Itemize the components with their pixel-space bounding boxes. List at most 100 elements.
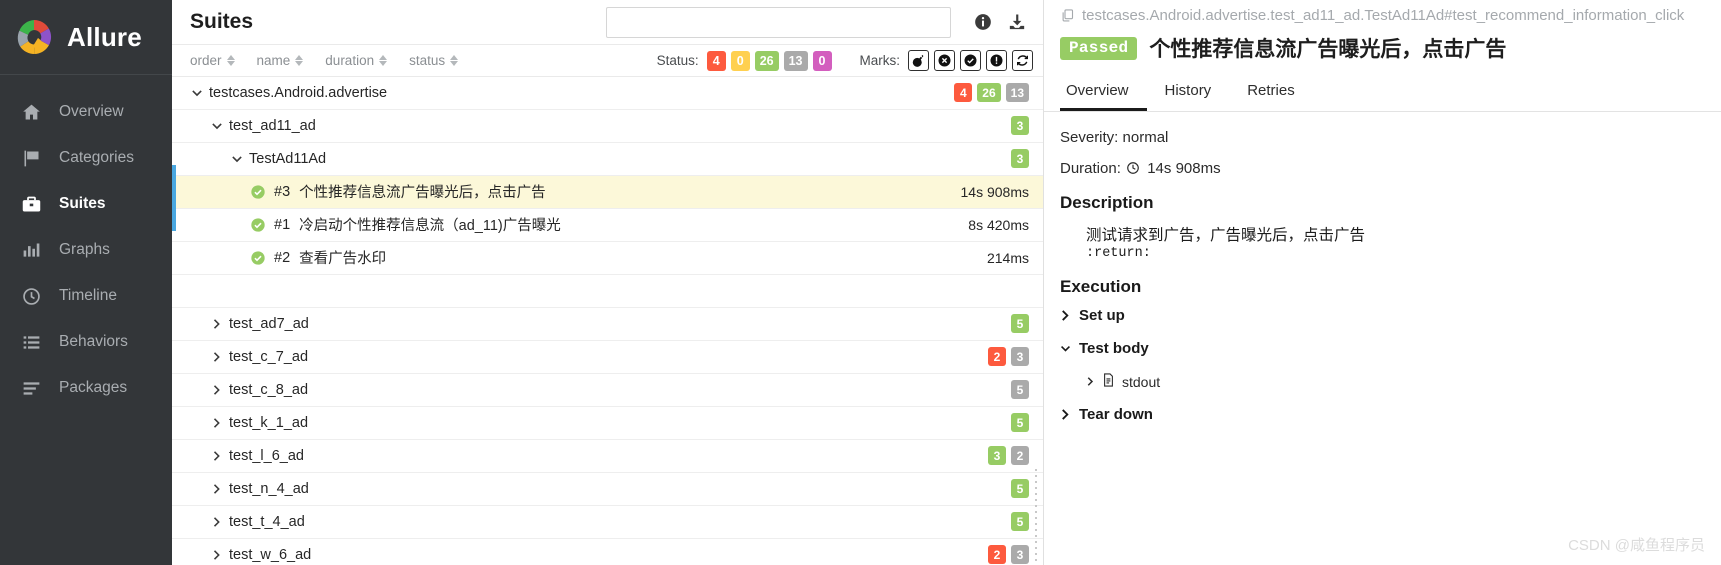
count-badge: 3 bbox=[1011, 545, 1029, 565]
x-circle-icon[interactable] bbox=[934, 50, 955, 72]
execution-test-body[interactable]: Test body bbox=[1060, 340, 1705, 357]
test-order-number: #3 bbox=[274, 183, 291, 200]
tree-row-label: TestAd11Ad bbox=[249, 150, 327, 167]
test-duration: 8s 420ms bbox=[968, 216, 1029, 233]
chevron-right-icon[interactable] bbox=[210, 351, 223, 363]
tree-row-label: test_c_7_ad bbox=[229, 348, 309, 365]
sidebar-item-suites[interactable]: Suites bbox=[0, 181, 172, 227]
info-icon[interactable] bbox=[973, 12, 993, 32]
sidebar-item-categories[interactable]: Categories bbox=[0, 135, 172, 181]
sidebar-item-label: Behaviors bbox=[59, 333, 128, 350]
test-body-stdout[interactable]: stdout bbox=[1086, 373, 1705, 390]
tree-group-row[interactable]: test_ad11_ad 3 bbox=[172, 109, 1043, 143]
count-badge: 5 bbox=[1011, 479, 1029, 499]
tree-row-meta: 32 bbox=[988, 446, 1029, 466]
count-badge: 13 bbox=[1005, 83, 1029, 103]
sidebar-item-behaviors[interactable]: Behaviors bbox=[0, 319, 172, 365]
tree-group-row[interactable]: testcases.Android.advertise 4 26 13 bbox=[172, 76, 1043, 110]
chevron-right-icon[interactable] bbox=[210, 483, 223, 495]
chevron-down-icon bbox=[1060, 343, 1071, 354]
scrollbar-grip[interactable] bbox=[1034, 467, 1041, 565]
chevron-right-icon[interactable] bbox=[210, 516, 223, 528]
sidebar-item-label: Suites bbox=[59, 195, 106, 212]
tree-row-label: test_l_6_ad bbox=[229, 447, 304, 464]
tree-test-row[interactable]: #2 查看广告水印 214ms bbox=[172, 241, 1043, 275]
tree-group-row[interactable]: test_c_7_ad 2 3 bbox=[172, 340, 1043, 374]
count-badge: 2 bbox=[988, 347, 1006, 367]
tab-overview[interactable]: Overview bbox=[1060, 76, 1147, 111]
status-badge-passed[interactable]: 26 bbox=[754, 50, 779, 71]
status-filter-label: Status: bbox=[656, 53, 699, 69]
execution-item-label: Set up bbox=[1079, 307, 1125, 324]
selection-marker bbox=[172, 164, 176, 231]
exclamation-circle-icon[interactable] bbox=[986, 50, 1007, 72]
search-input[interactable] bbox=[606, 6, 951, 38]
test-title-row: Passed 个性推荐信息流广告曝光后，点击广告 bbox=[1044, 31, 1721, 63]
chevron-down-icon[interactable] bbox=[210, 121, 223, 131]
tree-group-row[interactable]: test_w_6_ad 2 3 bbox=[172, 538, 1043, 565]
sidebar-item-timeline[interactable]: Timeline bbox=[0, 273, 172, 319]
tree-group-row[interactable]: test_ad7_ad 5 bbox=[172, 307, 1043, 341]
status-badge-unknown[interactable]: 0 bbox=[812, 50, 832, 71]
count-badge: 2 bbox=[988, 545, 1006, 565]
test-duration: 214ms bbox=[986, 249, 1029, 266]
tree-group-row[interactable]: test_c_8_ad 5 bbox=[172, 373, 1043, 407]
retry-icon[interactable] bbox=[1012, 50, 1033, 72]
tree-row-meta: 5 bbox=[1011, 479, 1029, 499]
tree-row-label: testcases.Android.advertise bbox=[209, 84, 388, 101]
tree-row-label: test_c_8_ad bbox=[229, 381, 309, 398]
count-badge: 2 bbox=[1011, 446, 1029, 466]
chevron-down-icon[interactable] bbox=[190, 88, 203, 98]
sort-arrows-icon bbox=[226, 55, 235, 67]
chevron-right-icon[interactable] bbox=[210, 450, 223, 462]
execution-setup[interactable]: Set up bbox=[1060, 307, 1705, 324]
status-badge-skipped[interactable]: 13 bbox=[783, 50, 808, 71]
sidebar-item-packages[interactable]: Packages bbox=[0, 365, 172, 411]
tree-group-row[interactable]: test_t_4_ad 5 bbox=[172, 505, 1043, 539]
chevron-right-icon[interactable] bbox=[210, 549, 223, 561]
tree-test-row[interactable]: #3 个性推荐信息流广告曝光后，点击广告 14s 908ms bbox=[172, 175, 1043, 209]
watermark: CSDN @咸鱼程序员 bbox=[1568, 537, 1705, 554]
clock-icon bbox=[20, 285, 42, 307]
count-badge: 5 bbox=[1011, 413, 1029, 433]
tab-history[interactable]: History bbox=[1147, 76, 1230, 111]
chevron-right-icon[interactable] bbox=[210, 384, 223, 396]
tree-test-row[interactable]: #1 冷启动个性推荐信息流（ad_11)广告曝光 8s 420ms bbox=[172, 208, 1043, 242]
status-badge-failed[interactable]: 4 bbox=[706, 50, 726, 71]
bomb-icon[interactable] bbox=[908, 50, 929, 72]
test-detail-panel: testcases.Android.advertise.test_ad11_ad… bbox=[1044, 0, 1721, 565]
chevron-right-icon[interactable] bbox=[210, 417, 223, 429]
tree-group-row[interactable]: test_l_6_ad 3 2 bbox=[172, 439, 1043, 473]
check-circle-icon[interactable] bbox=[960, 50, 981, 72]
sorter-duration[interactable]: duration bbox=[325, 53, 388, 68]
sidebar-item-overview[interactable]: Overview bbox=[0, 89, 172, 135]
description-heading: Description bbox=[1060, 193, 1154, 212]
count-badge: 5 bbox=[1011, 380, 1029, 400]
allure-logo-icon bbox=[14, 17, 54, 57]
sorter-order[interactable]: order bbox=[190, 53, 235, 68]
tree-group-row[interactable]: test_k_1_ad 5 bbox=[172, 406, 1043, 440]
chevron-right-icon[interactable] bbox=[210, 318, 223, 330]
sorter-name[interactable]: name bbox=[257, 53, 304, 68]
download-icon[interactable] bbox=[1007, 12, 1027, 32]
count-badge: 3 bbox=[1011, 347, 1029, 367]
tree-group-row[interactable]: TestAd11Ad 3 bbox=[172, 142, 1043, 176]
suitcase-icon bbox=[20, 193, 42, 215]
tree-group-row[interactable]: test_n_4_ad 5 bbox=[172, 472, 1043, 506]
sidebar-item-graphs[interactable]: Graphs bbox=[0, 227, 172, 273]
execution-tear-down[interactable]: Tear down bbox=[1060, 406, 1705, 423]
sidebar-item-label: Overview bbox=[59, 103, 124, 120]
description-text: 测试请求到广告，广告曝光后，点击广告 bbox=[1086, 227, 1366, 244]
tree-row-meta: 4 26 13 bbox=[954, 83, 1029, 103]
chevron-right-icon bbox=[1086, 374, 1095, 390]
tab-retries[interactable]: Retries bbox=[1229, 76, 1313, 111]
chevron-down-icon[interactable] bbox=[230, 154, 243, 164]
test-order-number: #2 bbox=[274, 249, 291, 266]
copy-icon[interactable] bbox=[1060, 8, 1075, 23]
flag-icon bbox=[20, 147, 42, 169]
status-badge-broken[interactable]: 0 bbox=[730, 50, 750, 71]
count-badge: 5 bbox=[1011, 314, 1029, 334]
tree-spacer-row bbox=[172, 274, 1043, 308]
brand[interactable]: Allure bbox=[0, 0, 172, 75]
sorter-status[interactable]: status bbox=[409, 53, 459, 68]
